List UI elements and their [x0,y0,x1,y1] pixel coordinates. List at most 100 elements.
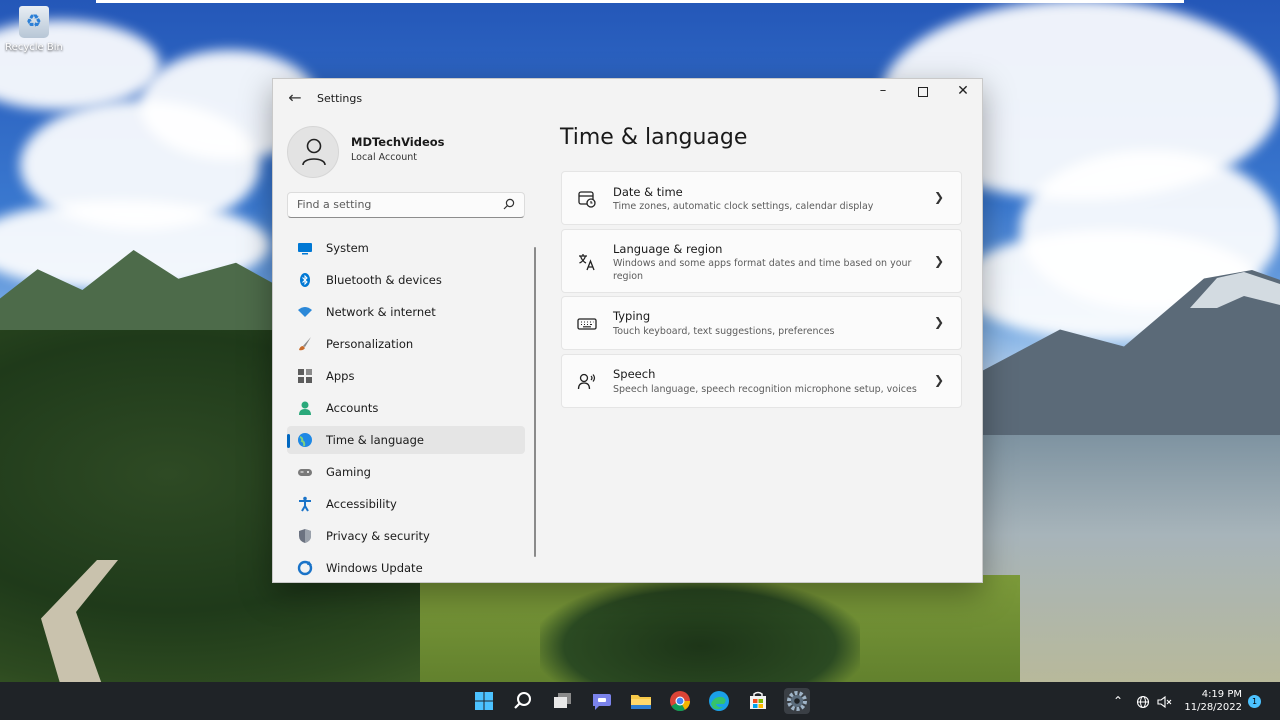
maximize-icon [918,87,928,97]
nav-label: Network & internet [326,305,436,319]
brush-icon [299,337,311,351]
user-profile[interactable]: MDTechVideos Local Account [287,124,527,178]
search-icon [503,198,515,210]
nav-item-personalization[interactable]: Personalization [287,330,525,358]
nav-item-accessibility[interactable]: Accessibility [287,490,525,518]
card-speech[interactable]: Speech Speech language, speech recogniti… [561,354,962,408]
task-view-button[interactable] [550,688,576,714]
nav-item-apps[interactable]: Apps [287,362,525,390]
nav-label: System [326,241,369,255]
nav-item-privacy-security[interactable]: Privacy & security [287,522,525,550]
profile-name: MDTechVideos [351,135,445,149]
recycle-bin-icon [19,6,49,38]
file-explorer-icon [631,695,651,709]
nav-label: Time & language [326,433,424,447]
minimize-button[interactable]: – [863,79,903,105]
nav-item-windows-update[interactable]: Windows Update [287,554,525,582]
accessibility-icon [299,496,311,512]
card-language-region[interactable]: Language & region Windows and some apps … [561,229,962,293]
update-icon [297,560,313,576]
nav-label: Accounts [326,401,379,415]
chevron-right-icon: ❯ [933,190,944,204]
nav-label: Accessibility [326,497,397,511]
card-description: Speech language, speech recognition micr… [613,384,917,395]
chevron-up-icon: ⌃ [1113,694,1124,708]
chrome-button[interactable] [667,688,693,714]
back-button[interactable]: ← [285,88,305,108]
desktop-icon-recycle-bin[interactable]: Recycle Bin [4,6,64,53]
maximize-button[interactable] [903,79,943,105]
nav-item-gaming[interactable]: Gaming [287,458,525,486]
speech-icon [577,373,596,390]
title-bar[interactable]: ← Settings – ✕ [273,79,982,117]
nav-item-time-language[interactable]: Time & language [287,426,525,454]
card-title: Speech [613,367,656,381]
taskbar-search-button[interactable] [510,688,536,714]
search-input[interactable]: Find a setting [297,198,497,211]
close-icon: ✕ [957,83,969,99]
start-icon [475,692,493,710]
shield-icon [299,529,311,543]
clock-date: 11/28/2022 [1184,702,1242,713]
close-button[interactable]: ✕ [943,79,982,105]
nav-label: Bluetooth & devices [326,273,442,287]
card-typing[interactable]: Typing Touch keyboard, text suggestions,… [561,296,962,350]
teams-chat-icon [593,694,611,710]
settings-search[interactable]: Find a setting [287,192,525,218]
keyboard-icon [577,318,597,330]
apps-icon [298,369,312,383]
teams-chat-button[interactable] [589,688,615,714]
app-title: Settings [317,92,363,105]
page-title: Time & language [560,125,748,150]
nav-item-system[interactable]: System [287,234,525,262]
file-explorer-button[interactable] [628,688,654,714]
nav-item-accounts[interactable]: Accounts [287,394,525,422]
avatar [287,126,339,178]
chevron-right-icon: ❯ [933,373,944,387]
minimize-icon: – [879,83,887,98]
person-icon [302,138,326,166]
taskbar: ⌃ 4:19 PM 11/28/2022 1 [0,682,1280,720]
card-description: Time zones, automatic clock settings, ca… [613,201,874,212]
settings-icon [787,691,807,711]
top-white-strip [96,0,1184,3]
chrome-icon [670,691,691,712]
store-button[interactable] [745,688,771,714]
nav-label: Windows Update [326,561,423,575]
store-icon [750,691,766,709]
nav-label: Apps [326,369,355,383]
clock-time: 4:19 PM [1201,689,1242,700]
person-icon [299,401,311,415]
task-view-icon [554,693,571,708]
card-description: Windows and some apps format dates and t… [613,258,912,282]
volume-tray-button[interactable] [1157,682,1173,720]
nav-item-network-internet[interactable]: Network & internet [287,298,525,326]
nav-scrollbar[interactable] [534,247,536,557]
network-tray-button[interactable] [1136,682,1150,720]
start-button[interactable] [471,688,497,714]
profile-account-type: Local Account [351,152,417,163]
chevron-right-icon: ❯ [933,315,944,329]
show-hidden-icons-button[interactable]: ⌃ [1113,682,1123,720]
notification-badge[interactable]: 1 [1248,695,1261,708]
nav-item-bluetooth-devices[interactable]: Bluetooth & devices [287,266,525,294]
recycle-bin-label: Recycle Bin [5,42,63,53]
edge-button[interactable] [706,688,732,714]
settings-window: ← Settings – ✕ MDTechVideos Local Accoun… [272,78,983,583]
settings-taskbar-button[interactable] [784,688,810,714]
settings-nav: System Bluetooth & devices Network & int… [287,234,525,582]
card-title: Date & time [613,185,683,199]
globe-clock-icon [298,433,312,447]
taskbar-clock[interactable]: 4:19 PM 11/28/2022 [1184,688,1242,714]
speaker-muted-icon [1157,695,1172,708]
wifi-icon [298,307,312,317]
network-globe-icon [1136,695,1150,708]
system-icon [298,243,312,255]
bluetooth-icon [300,273,310,287]
calendar-clock-icon [578,191,596,208]
search-icon [514,692,531,709]
card-date-time[interactable]: Date & time Time zones, automatic clock … [561,171,962,225]
card-title: Typing [613,309,651,323]
arrow-left-icon: ← [288,88,302,107]
card-title: Language & region [613,242,723,256]
